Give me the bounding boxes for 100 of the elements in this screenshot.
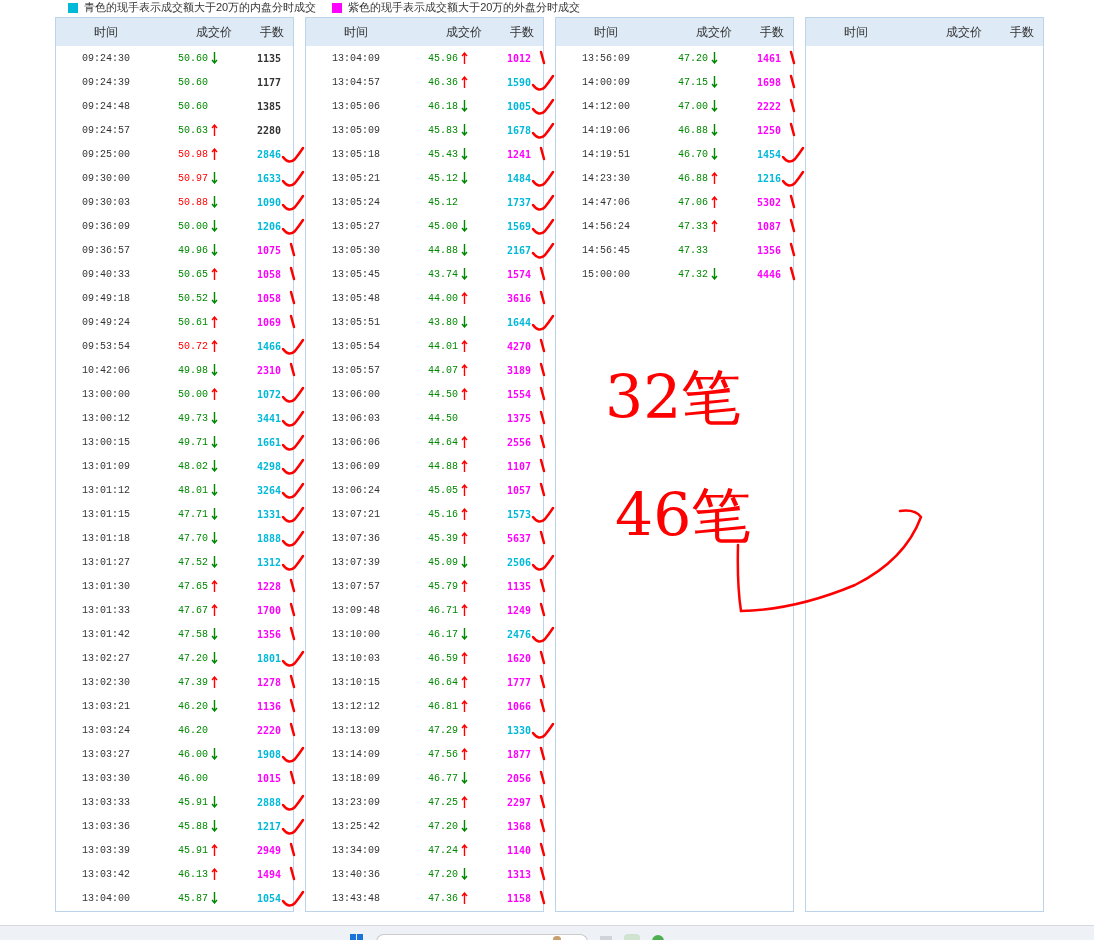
price-cell-text: 44.01 [428, 339, 458, 354]
price-cell-text: 46.70 [678, 147, 708, 162]
table-cell-text: 13:01:09 [82, 459, 130, 474]
start-icon[interactable] [350, 934, 364, 940]
volume-cell-text: 3189 [506, 363, 531, 378]
arrow-down-icon [211, 436, 218, 448]
volume-cell-text: 1090 [256, 195, 281, 210]
pen-check-mark [281, 217, 305, 237]
table-cell-text: 13:03:33 [82, 795, 130, 810]
price-cell-text: 46.71 [428, 603, 458, 618]
volume-cell-text: 2556 [506, 435, 531, 450]
pen-tick-mark [789, 218, 797, 234]
table-cell-text: 13:00:15 [82, 435, 130, 450]
arrow-up-icon [461, 388, 468, 400]
pen-check-mark [531, 121, 555, 141]
volume-cell-text: 1375 [506, 411, 531, 426]
pen-tick-mark [289, 866, 297, 882]
price-cell-text: 50.00 [178, 387, 208, 402]
arrow-down-icon [211, 556, 218, 568]
pen-check-mark [531, 505, 555, 525]
arrow-down-icon [211, 196, 218, 208]
pen-tick-mark [789, 242, 797, 258]
table-cell-text: 14:56:24 [582, 219, 630, 234]
volume-cell-text: 1075 [256, 243, 281, 258]
column-header: 成交价 [195, 24, 233, 41]
table-cell-text: 14:12:00 [582, 99, 630, 114]
table-cell-text: 13:07:57 [332, 579, 380, 594]
volume-cell-text: 2846 [256, 147, 281, 162]
arrow-down-icon [711, 148, 718, 160]
pen-check-mark [531, 241, 555, 261]
price-cell-text: 47.20 [678, 51, 708, 66]
arrow-down-icon [211, 652, 218, 664]
table-cell-text: 13:05:21 [332, 171, 380, 186]
table-cell-text: 13:14:09 [332, 747, 380, 762]
pen-tick-mark [789, 194, 797, 210]
volume-cell-text: 1005 [506, 99, 531, 114]
pen-tick-mark [539, 698, 547, 714]
price-cell-text: 46.00 [178, 747, 208, 762]
price-cell-text: 46.88 [678, 171, 708, 186]
volume-cell-text: 1801 [256, 651, 281, 666]
price-cell-text: 44.50 [428, 387, 458, 402]
pen-tick-mark [789, 74, 797, 90]
price-cell-text: 50.61 [178, 315, 208, 330]
table-cell-text: 13:03:30 [82, 771, 130, 786]
arrow-down-icon [211, 412, 218, 424]
volume-cell-text: 1058 [256, 267, 281, 282]
price-cell-text: 49.98 [178, 363, 208, 378]
arrow-down-icon [211, 820, 218, 832]
pen-tick-mark [289, 290, 297, 306]
table-cell-text: 13:05:51 [332, 315, 380, 330]
volume-cell-text: 1454 [756, 147, 781, 162]
table-cell-text: 13:05:09 [332, 123, 380, 138]
pen-check-mark [281, 649, 305, 669]
pen-check-mark [531, 193, 555, 213]
price-cell-text: 47.20 [428, 819, 458, 834]
volume-cell-text: 1620 [506, 651, 531, 666]
pen-check-mark [281, 793, 305, 813]
price-cell-text: 46.17 [428, 627, 458, 642]
volume-cell-text: 4298 [256, 459, 281, 474]
price-cell-text: 47.15 [678, 75, 708, 90]
volume-cell-text: 1888 [256, 531, 281, 546]
table-cell-text: 13:03:24 [82, 723, 130, 738]
table-cell-text: 13:05:30 [332, 243, 380, 258]
table-cell-text: 10:42:06 [82, 363, 130, 378]
volume-cell-text: 2949 [256, 843, 281, 858]
volume-cell-text: 2167 [506, 243, 531, 258]
table-cell-text: 13:06:00 [332, 387, 380, 402]
pen-tick-mark [289, 842, 297, 858]
volume-cell-text: 1466 [256, 339, 281, 354]
arrow-up-icon [461, 748, 468, 760]
search-bar[interactable] [376, 934, 588, 940]
arrow-up-icon [211, 340, 218, 352]
volume-cell-text: 1054 [256, 891, 281, 906]
table-cell-text: 13:25:42 [332, 819, 380, 834]
arrow-up-icon [461, 52, 468, 64]
arrow-up-icon [211, 580, 218, 592]
pen-tick-mark [539, 770, 547, 786]
arrow-up-icon [711, 172, 718, 184]
pen-check-mark [531, 217, 555, 237]
table-cell-text: 13:23:09 [332, 795, 380, 810]
arrow-down-icon [211, 532, 218, 544]
price-cell-text: 45.79 [428, 579, 458, 594]
price-cell-text: 46.20 [178, 699, 208, 714]
price-cell-text: 47.36 [428, 891, 458, 906]
pen-tick-mark [539, 50, 547, 66]
pen-check-mark [531, 625, 555, 645]
arrow-down-icon [211, 52, 218, 64]
price-cell-text: 48.01 [178, 483, 208, 498]
price-cell-text: 45.96 [428, 51, 458, 66]
volume-cell-text: 1217 [256, 819, 281, 834]
pen-check-mark [281, 433, 305, 453]
arrow-up-icon [461, 508, 468, 520]
arrow-down-icon [211, 748, 218, 760]
volume-cell-text: 1573 [506, 507, 531, 522]
pen-check-mark [281, 505, 305, 525]
table-cell-text: 09:53:54 [82, 339, 130, 354]
app-icon[interactable] [652, 935, 664, 940]
volume-cell-text: 1633 [256, 171, 281, 186]
arrow-down-icon [211, 508, 218, 520]
price-cell-text: 47.52 [178, 555, 208, 570]
